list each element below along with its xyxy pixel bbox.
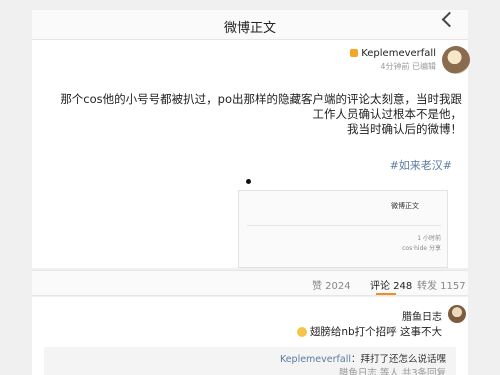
commenter-avatar[interactable] xyxy=(448,305,466,323)
tab-forward[interactable]: 转发 1157 xyxy=(417,277,466,292)
top-bar: 微博正文 xyxy=(32,10,468,40)
commenter-name[interactable]: 腊鱼日志 xyxy=(402,308,442,323)
vip-badge-icon xyxy=(350,49,359,57)
page: 微博正文 Keplemeverfall 4分钟前 已编辑 那个cos他的小号号都… xyxy=(0,0,500,375)
interaction-tabs: 转发 1157 评论 248 赞 2024 xyxy=(32,270,468,296)
comment-replies[interactable]: Keplemeverfall：拜打了还怎么说话嘿 腊鱼日志 等人 共3条回复 xyxy=(44,347,456,375)
reply-author[interactable]: Keplemeverfall xyxy=(280,354,351,365)
embedded-post[interactable]: 微博正文 1 小时前 cos·hide 分享 xyxy=(238,190,448,268)
post-meta: 4分钟前 已编辑 xyxy=(380,62,436,71)
embedded-post-title: 微博正文 xyxy=(391,202,419,210)
embedded-post-time: 1 小时前 xyxy=(417,235,441,242)
post-line: 那个cos他的小号号都被扒过，po出那样的隐藏客户端的评论太刻意，当时我跟 xyxy=(60,92,462,106)
comment-item: 腊鱼日志 翅膀给nb打个招呼 这事不大 Keplemeverfall：拜打了还怎… xyxy=(32,297,468,375)
post-line: 我当时确认后的微博！ xyxy=(347,122,462,136)
comment-text: 翅膀给nb打个招呼 这事不大 xyxy=(296,324,442,339)
author-avatar[interactable] xyxy=(442,46,470,74)
post-body: 那个cos他的小号号都被扒过，po出那样的隐藏客户端的评论太刻意，当时我跟 工作… xyxy=(42,92,462,137)
divider xyxy=(247,225,441,226)
author-name[interactable]: Keplemeverfall xyxy=(332,48,436,59)
embedded-post-source: cos·hide 分享 xyxy=(402,245,441,252)
hashtag-link[interactable]: #如来老汉# xyxy=(272,157,452,173)
tab-like[interactable]: 赞 2024 xyxy=(312,277,351,292)
pray-emoji-icon xyxy=(296,327,307,337)
page-title: 微博正文 xyxy=(223,21,276,36)
post-line: 工作人员确认过根本不是他， xyxy=(312,107,463,121)
reply-more[interactable]: 腊鱼日志 等人 共3条回复 xyxy=(339,365,446,375)
reply-text: ：拜打了还怎么说话嘿 xyxy=(350,354,446,365)
post-card: Keplemeverfall 4分钟前 已编辑 那个cos他的小号号都被扒过，p… xyxy=(32,40,470,268)
comment-text-content: 翅膀给nb打个招呼 这事不大 xyxy=(309,326,442,338)
active-tab-indicator xyxy=(376,293,396,295)
reply-preview: Keplemeverfall：拜打了还怎么说话嘿 xyxy=(280,351,446,365)
author-block: Keplemeverfall 4分钟前 已编辑 xyxy=(332,48,436,72)
author-name-text: Keplemeverfall xyxy=(361,48,436,59)
tab-comment[interactable]: 评论 248 xyxy=(370,277,412,292)
cursor-dot xyxy=(246,179,251,184)
